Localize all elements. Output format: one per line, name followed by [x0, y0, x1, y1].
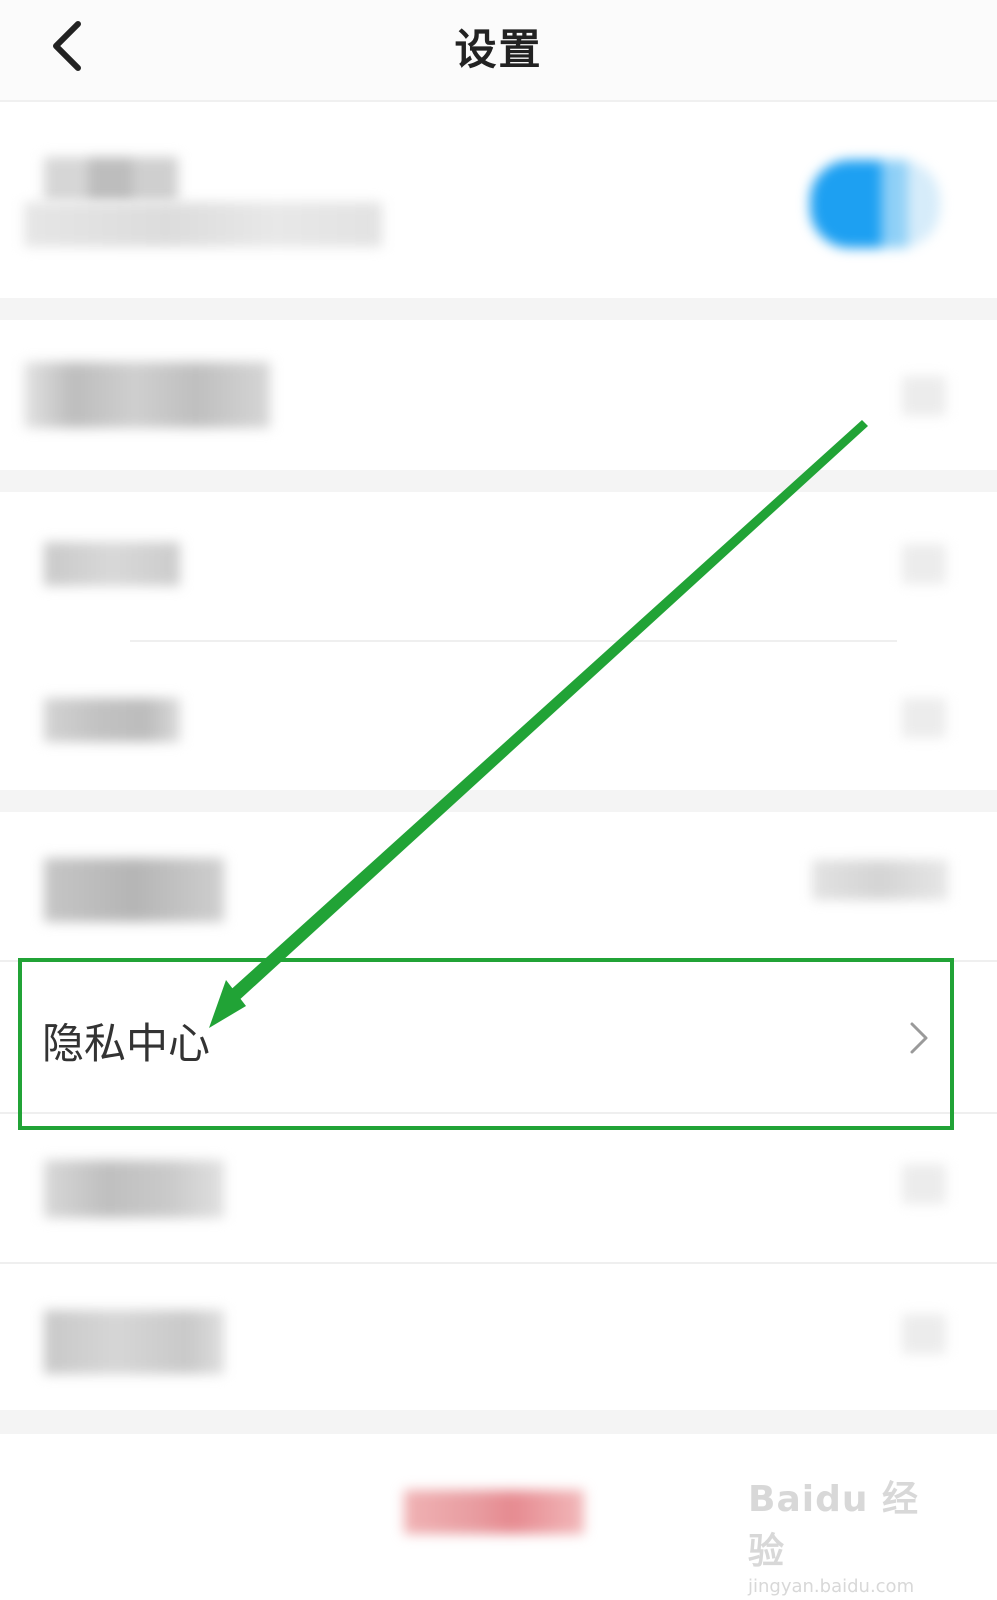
blurred-row-label: [44, 1310, 224, 1374]
section-gap: [0, 790, 997, 812]
blurred-row-label: [44, 858, 224, 922]
chevron-right-icon: [910, 1022, 928, 1054]
blurred-row-label: [44, 542, 180, 586]
privacy-center-label: 隐私中心: [42, 1019, 211, 1068]
account-row[interactable]: [0, 102, 997, 298]
blurred-row-chevron: [902, 544, 946, 584]
nav-bar: 设置: [0, 0, 997, 102]
blurred-setting-row[interactable]: [0, 642, 997, 790]
watermark-brand: Baidu 经验: [748, 1479, 920, 1572]
blurred-account-name: [44, 157, 178, 202]
blurred-row-label: [24, 362, 270, 428]
blurred-row-label: [44, 698, 180, 742]
blurred-row-chevron: [902, 376, 946, 416]
blurred-row-label: [44, 1160, 224, 1218]
blurred-row-value: [812, 860, 948, 900]
blurred-setting-row[interactable]: [0, 812, 997, 960]
blurred-setting-row[interactable]: [0, 1264, 997, 1410]
watermark: Baidu 经验 jingyan.baidu.com: [748, 1470, 938, 1597]
watermark-url: jingyan.baidu.com: [748, 1576, 915, 1597]
blurred-account-id: [24, 202, 382, 247]
blurred-row-chevron: [902, 698, 946, 738]
blurred-setting-row[interactable]: [0, 320, 997, 470]
blurred-row-chevron: [902, 1314, 946, 1354]
blurred-setting-row[interactable]: [0, 492, 997, 640]
blurred-account-badge: [810, 160, 940, 248]
blurred-setting-row[interactable]: [0, 1130, 997, 1260]
section-gap: [0, 470, 997, 492]
blurred-row-chevron: [902, 1164, 946, 1204]
page-title: 设置: [454, 25, 543, 74]
blurred-logout-button[interactable]: [404, 1490, 584, 1534]
section-gap: [0, 298, 997, 320]
section-gap: [0, 1410, 997, 1434]
row-divider: [0, 1112, 997, 1114]
